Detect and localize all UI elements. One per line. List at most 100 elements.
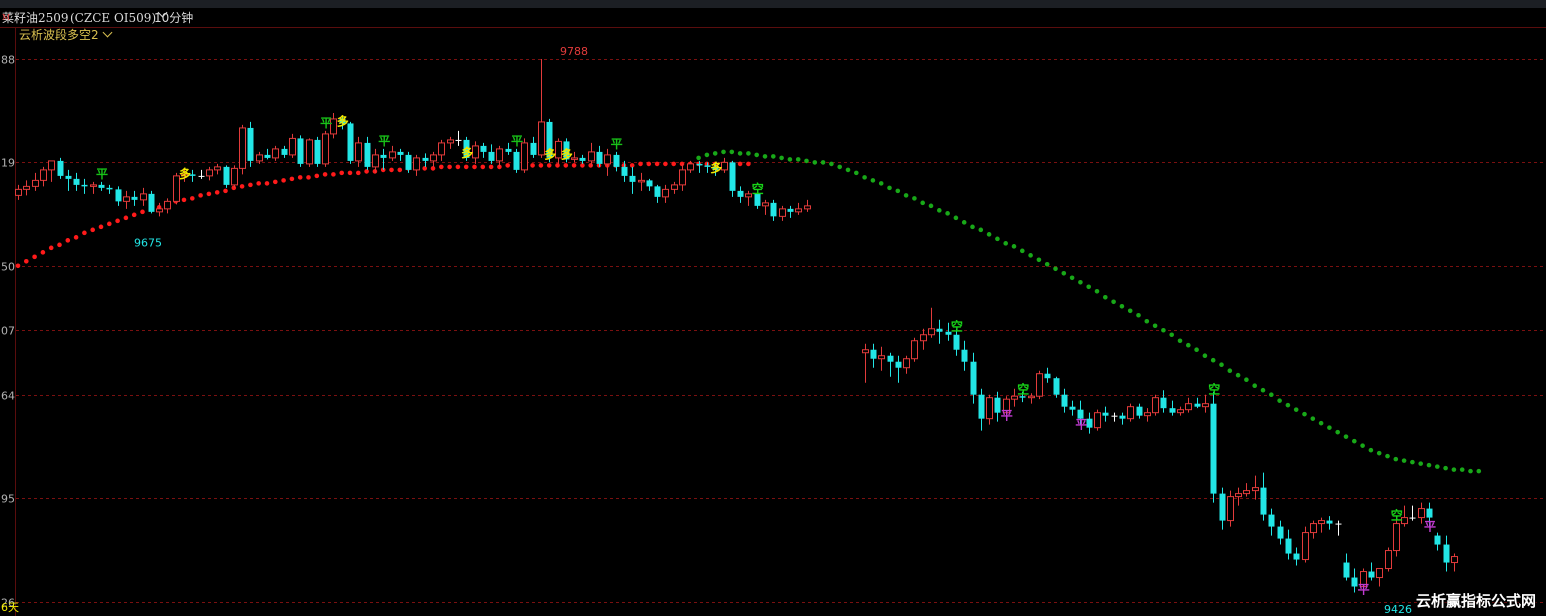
candle-body bbox=[306, 139, 313, 165]
candle-body bbox=[1252, 487, 1259, 492]
candle-body bbox=[1094, 412, 1101, 429]
candle-body bbox=[397, 151, 404, 155]
candle-body bbox=[729, 162, 736, 191]
bull-band-dot bbox=[190, 196, 195, 201]
y-tick-label: 95 bbox=[1, 493, 15, 506]
candle-body bbox=[272, 148, 279, 159]
flat-signal-label: 平 bbox=[96, 167, 108, 181]
bear-band-dot bbox=[1086, 284, 1091, 290]
bull-band-dot bbox=[546, 163, 552, 168]
bear-band-dot bbox=[986, 232, 992, 237]
bear-band-dot bbox=[746, 151, 751, 156]
candle-body bbox=[1102, 412, 1109, 416]
bull-band-dot bbox=[206, 191, 212, 197]
buy-signal-label: 多 bbox=[337, 113, 349, 128]
bull-band-dot bbox=[90, 227, 95, 233]
bull-band-dot bbox=[555, 163, 560, 168]
candle-body bbox=[579, 157, 586, 161]
candlestick-chart[interactable]: 881950076495266天 平多平 多平多平多 多平多空空平空平空平空平 97… bbox=[0, 0, 1546, 616]
bear-band-dot bbox=[995, 236, 1000, 242]
bull-band-dot bbox=[463, 164, 469, 170]
candle-body bbox=[198, 175, 205, 177]
y-tick-label: 88 bbox=[1, 54, 15, 67]
bear-band-dot bbox=[1302, 411, 1307, 417]
bear-band-dot bbox=[845, 167, 851, 173]
bear-band-dot bbox=[953, 215, 959, 221]
bear-band-dot bbox=[804, 158, 809, 164]
candle-body bbox=[530, 142, 537, 155]
candle-body bbox=[430, 154, 437, 162]
candle-body bbox=[961, 349, 968, 362]
bear-band-dot bbox=[737, 151, 743, 156]
bear-band-dot bbox=[1418, 461, 1423, 466]
candle-body bbox=[1243, 490, 1250, 495]
bear-band-dot bbox=[1252, 383, 1257, 388]
buy-signal-label: 多 bbox=[461, 145, 473, 160]
bear-band-dot bbox=[1177, 338, 1183, 344]
candle-body bbox=[787, 208, 794, 212]
high-price-label: 9788 bbox=[560, 45, 588, 58]
bull-band-dot bbox=[372, 169, 378, 174]
candle-body bbox=[621, 166, 628, 176]
candle-body bbox=[1326, 520, 1333, 524]
y-tick-label: 19 bbox=[1, 157, 15, 170]
candle-body bbox=[1127, 406, 1134, 420]
candle-body bbox=[596, 151, 603, 164]
candle-body bbox=[770, 202, 777, 217]
candle-body bbox=[911, 340, 918, 360]
flat2-signal-label: 平 bbox=[1075, 418, 1087, 432]
bull-band-dot bbox=[24, 259, 29, 264]
candle-body bbox=[936, 328, 943, 332]
candle-body bbox=[662, 188, 669, 198]
bear-band-dot bbox=[1385, 453, 1390, 459]
low-price-label-2: 9426 bbox=[1384, 603, 1412, 616]
bear-band-dot bbox=[837, 164, 842, 170]
bull-band-dot bbox=[671, 161, 676, 167]
candle-body bbox=[1343, 562, 1350, 578]
candle-body bbox=[696, 163, 703, 166]
candle-body bbox=[671, 184, 678, 190]
bear-band-dot bbox=[878, 181, 884, 186]
candle-body bbox=[878, 355, 885, 360]
bear-band-dot bbox=[812, 160, 818, 165]
bear-band-dot bbox=[787, 157, 793, 162]
candle-body bbox=[1111, 415, 1118, 417]
y-tick-label: 64 bbox=[1, 390, 15, 403]
flat-signal-label: 平 bbox=[611, 137, 623, 151]
bull-band-dot bbox=[107, 221, 112, 227]
watermark: 云析赢指标公式网 bbox=[1415, 592, 1536, 610]
bear-band-dot bbox=[729, 149, 735, 155]
candle-body bbox=[15, 188, 22, 196]
candle-body bbox=[687, 163, 694, 171]
bull-band-dot bbox=[98, 224, 104, 230]
flat2-signal-label: 平 bbox=[1001, 409, 1013, 423]
candle-body bbox=[588, 151, 595, 162]
bull-band-dot bbox=[737, 161, 743, 167]
candle-body bbox=[347, 123, 354, 161]
bear-band-dot bbox=[1194, 347, 1199, 353]
candle-body bbox=[1285, 538, 1292, 554]
bear-band-dot bbox=[1127, 308, 1133, 314]
candle-body bbox=[1376, 568, 1383, 579]
candle-body bbox=[389, 151, 396, 159]
bear-band-dot bbox=[1161, 327, 1166, 333]
candle-body bbox=[48, 160, 55, 171]
bear-band-dot bbox=[771, 154, 776, 159]
bear-band-dot bbox=[1285, 402, 1291, 408]
sell-signal-label: 空 bbox=[1208, 382, 1220, 397]
bull-band-dot bbox=[663, 161, 668, 167]
bull-band-dot bbox=[57, 242, 62, 248]
bear-band-dot bbox=[1003, 241, 1008, 246]
bear-band-dot bbox=[1094, 288, 1100, 294]
candle-body bbox=[1202, 403, 1209, 408]
bear-band-dot bbox=[870, 178, 876, 183]
candle-body bbox=[65, 175, 72, 179]
bear-band-dot bbox=[1352, 438, 1357, 444]
candle-body bbox=[438, 142, 445, 156]
candle-body bbox=[1385, 550, 1392, 570]
bear-band-dot bbox=[887, 185, 892, 191]
bear-band-dot bbox=[1293, 407, 1299, 412]
bull-band-dot bbox=[15, 263, 21, 269]
candle-body bbox=[1335, 523, 1342, 525]
bear-band-dot bbox=[854, 170, 859, 176]
